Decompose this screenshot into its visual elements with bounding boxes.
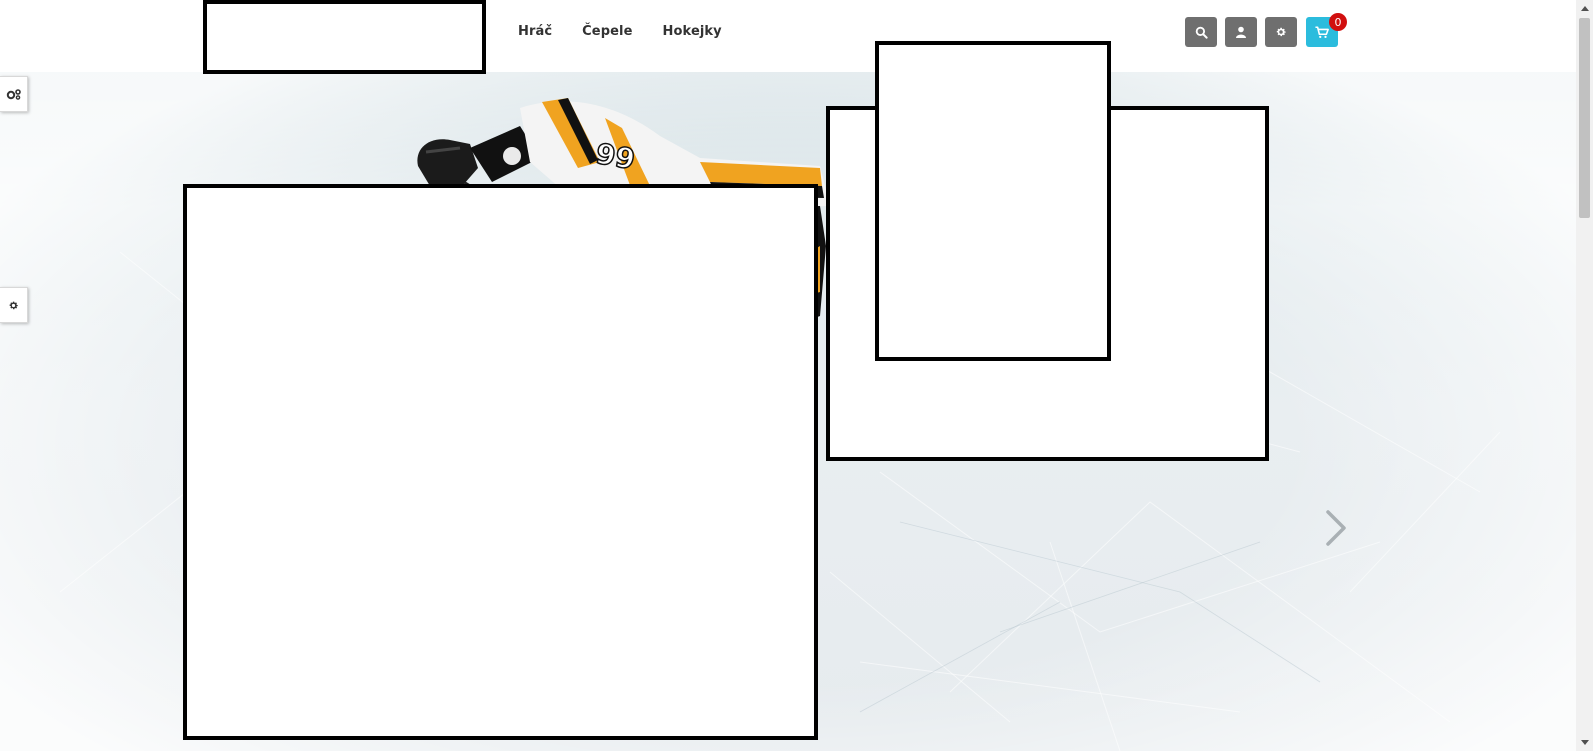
page-viewport: Hráč Čepele Hokejky 0 99 bbox=[0, 0, 1576, 751]
scroll-down-arrow[interactable] bbox=[1576, 734, 1593, 751]
logo-placeholder[interactable] bbox=[203, 0, 486, 74]
jersey-number: 99 bbox=[593, 137, 637, 176]
scroll-up-arrow[interactable] bbox=[1576, 0, 1593, 17]
search-button[interactable] bbox=[1185, 17, 1217, 47]
main-nav: Hráč Čepele Hokejky bbox=[518, 24, 752, 39]
scroll-thumb[interactable] bbox=[1579, 18, 1590, 218]
account-button[interactable] bbox=[1225, 17, 1257, 47]
user-icon bbox=[1236, 26, 1246, 38]
search-icon bbox=[1195, 26, 1208, 39]
nav-item-player[interactable]: Hráč bbox=[518, 24, 552, 39]
nav-item-sticks[interactable]: Hokejky bbox=[663, 24, 722, 39]
settings-icon bbox=[6, 89, 21, 100]
chevron-right-icon[interactable] bbox=[1320, 508, 1350, 548]
gear-side-tab[interactable] bbox=[0, 287, 28, 323]
settings-side-tab[interactable] bbox=[0, 76, 28, 112]
gear-icon bbox=[9, 301, 18, 309]
settings-button[interactable] bbox=[1265, 17, 1297, 47]
gear-icon bbox=[1276, 27, 1286, 37]
hero-image-placeholder bbox=[875, 41, 1111, 361]
cart-count-badge: 0 bbox=[1329, 13, 1347, 31]
nav-item-blades[interactable]: Čepele bbox=[582, 24, 632, 39]
caret-down-icon bbox=[1580, 740, 1589, 745]
cart-icon bbox=[1315, 25, 1329, 38]
caret-up-icon bbox=[1580, 6, 1589, 11]
page-scrollbar[interactable] bbox=[1576, 0, 1593, 751]
hero-text-placeholder bbox=[183, 184, 818, 740]
